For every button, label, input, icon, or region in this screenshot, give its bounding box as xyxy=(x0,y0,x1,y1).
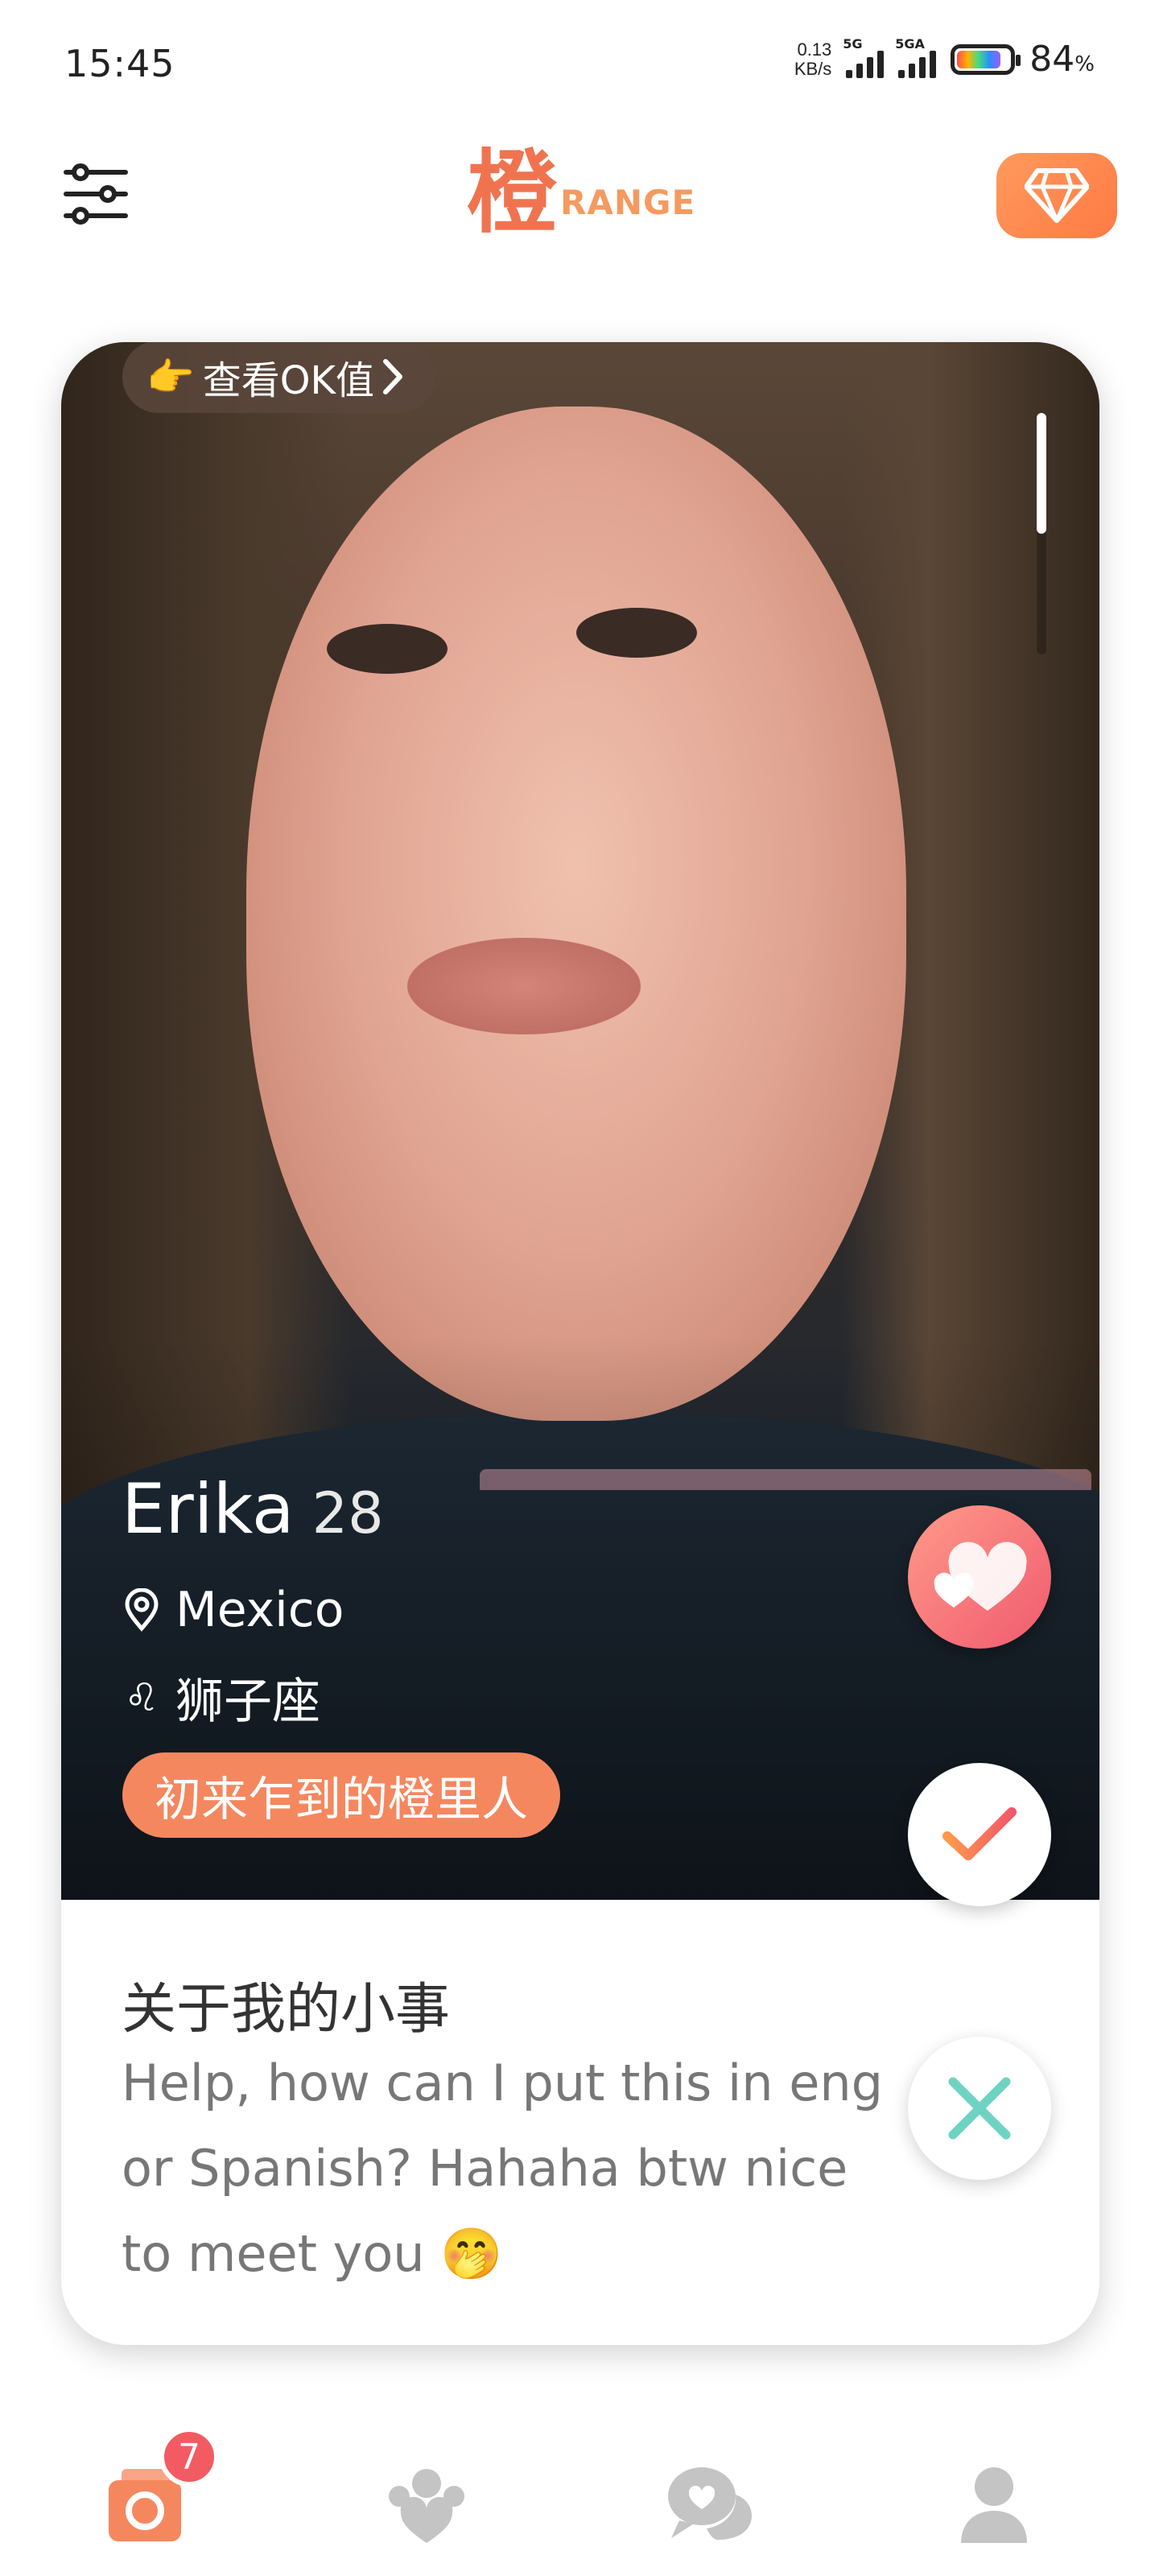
photo-pager-thumb xyxy=(1037,413,1046,534)
checkmark-icon xyxy=(942,1807,1017,1860)
network-speed-value: 0.13 xyxy=(797,39,832,60)
nav-groups[interactable] xyxy=(378,2455,475,2552)
leo-icon: ♌ xyxy=(124,1674,159,1720)
vip-button[interactable] xyxy=(996,153,1117,238)
close-icon xyxy=(948,2077,1011,2140)
logo-text: RANGE xyxy=(560,183,696,222)
battery-icon xyxy=(951,43,1021,75)
photo-eye-right xyxy=(576,608,697,658)
status-indicators: 0.13 KB/s 5G 5GA 84% xyxy=(794,36,1095,80)
profile-location: Mexico xyxy=(175,1582,344,1638)
notification-badge: 7 xyxy=(159,2427,219,2487)
filter-button[interactable] xyxy=(63,161,129,227)
nav-messages[interactable] xyxy=(662,2455,758,2552)
chat-bubbles-icon xyxy=(668,2467,752,2540)
profile-age: 28 xyxy=(311,1480,384,1546)
location-row: Mexico xyxy=(124,1582,344,1638)
battery-percent: 84% xyxy=(1029,39,1095,80)
diamond-icon xyxy=(1025,168,1089,223)
about-me-title: 关于我的小事 xyxy=(122,1978,451,2041)
pass-button[interactable] xyxy=(908,2037,1051,2180)
photo-eye-left xyxy=(327,624,448,674)
group-hearts-icon xyxy=(389,2469,464,2543)
status-time: 15:45 xyxy=(64,42,175,85)
network-speed: 0.13 KB/s xyxy=(794,39,832,79)
chevron-right-icon xyxy=(383,359,403,394)
name-age-row: Erika 28 xyxy=(122,1469,384,1550)
super-like-button[interactable] xyxy=(908,1505,1051,1649)
profile-card[interactable]: 👉 查看OK值 Erika 28 Mexico ♌ 狮子座 初来乍到的橙里人 关… xyxy=(61,342,1099,2345)
view-ok-value-button[interactable]: 👉 查看OK值 xyxy=(122,342,436,413)
hearts-icon xyxy=(934,1542,1027,1611)
profile-icon xyxy=(961,2467,1027,2543)
view-ok-value-label: 查看OK值 xyxy=(202,358,375,403)
like-button[interactable] xyxy=(908,1763,1051,1906)
network-speed-unit: KB/s xyxy=(794,58,832,79)
profile-name: Erika xyxy=(122,1469,295,1550)
profile-zodiac: 狮子座 xyxy=(175,1674,320,1730)
profile-photo[interactable]: 👉 查看OK值 Erika 28 Mexico ♌ 狮子座 初来乍到的橙里人 xyxy=(61,342,1099,1900)
signal-5g-icon: 5G xyxy=(843,36,885,78)
about-me-text: Help, how can I put this in eng or Spani… xyxy=(122,2054,884,2283)
signal-5ga-icon: 5GA xyxy=(895,36,937,78)
location-pin-icon xyxy=(125,1588,159,1632)
photo-lips xyxy=(407,938,641,1034)
signal-5ga-label: 5GA xyxy=(895,35,925,52)
pointing-hand-emoji: 👉 xyxy=(146,354,195,400)
signal-5g-label: 5G xyxy=(843,35,863,52)
nav-profile[interactable] xyxy=(946,2455,1042,2552)
zodiac-row: ♌ 狮子座 xyxy=(124,1662,320,1732)
logo-char: 橙 xyxy=(467,141,557,246)
newcomer-tag: 初来乍到的橙里人 xyxy=(122,1752,561,1838)
photo-pager[interactable] xyxy=(1037,413,1046,654)
sliders-icon xyxy=(64,163,128,225)
photo-face xyxy=(246,407,906,1421)
app-logo: 橙 RANGE xyxy=(467,145,695,242)
